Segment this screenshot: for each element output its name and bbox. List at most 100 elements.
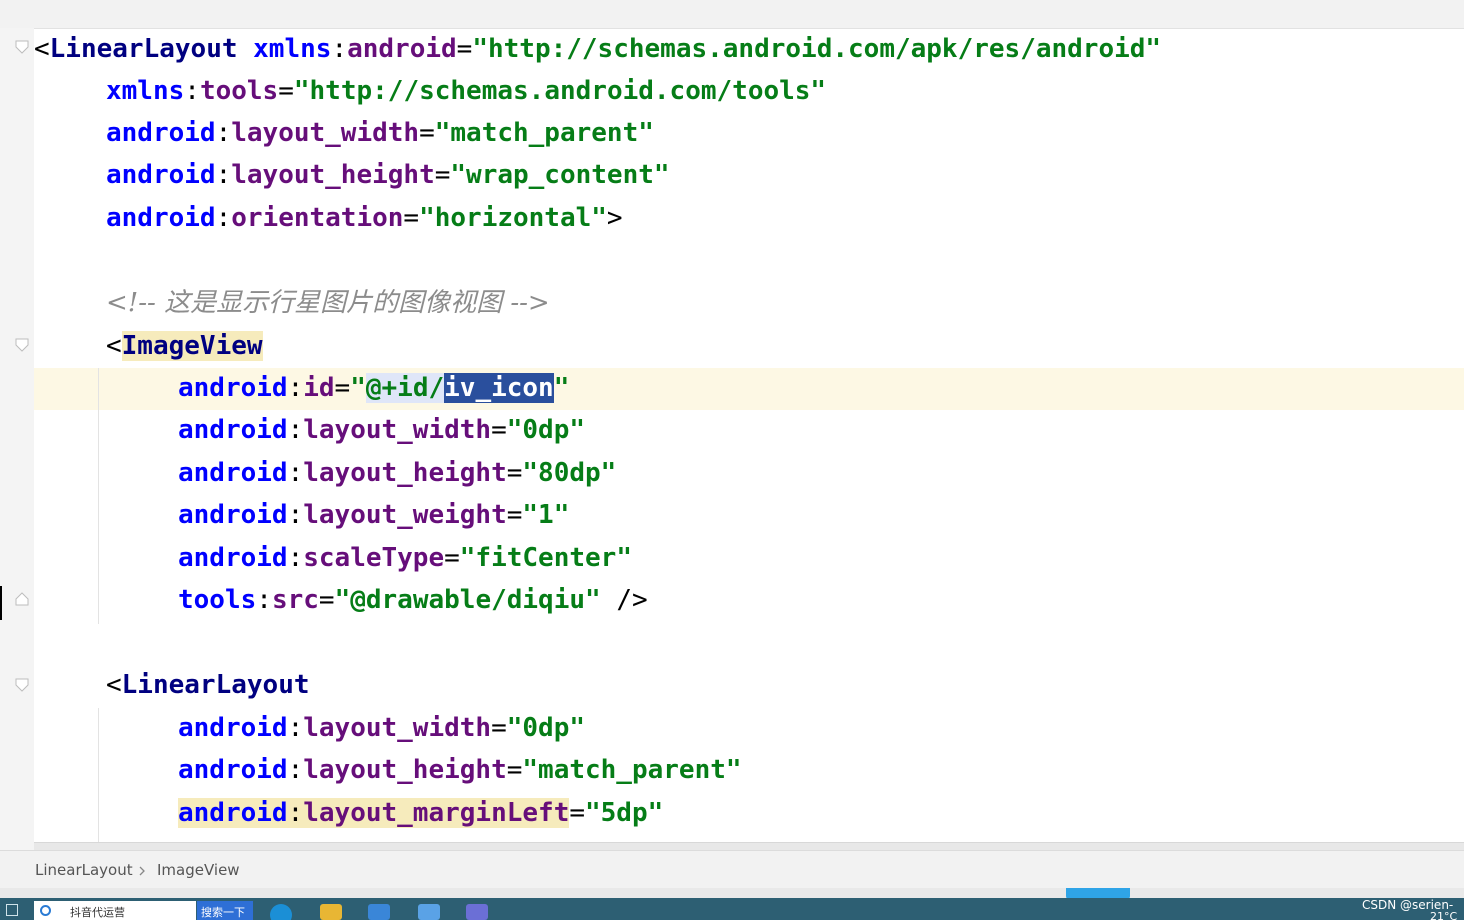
- code-line[interactable]: tools:src="@drawable/diqiu" />: [178, 579, 648, 621]
- code-line[interactable]: android:layout_width="0dp": [178, 409, 585, 451]
- weather-temp: 21°C: [1430, 910, 1458, 923]
- code-token: :: [215, 160, 232, 190]
- fold-close-icon[interactable]: [15, 592, 29, 606]
- browser-icon: [40, 905, 51, 916]
- breadcrumb-item-linearlayout[interactable]: LinearLayout: [35, 861, 133, 879]
- code-token: <: [34, 34, 50, 64]
- code-line[interactable]: <LinearLayout xmlns:android="http://sche…: [34, 28, 1161, 70]
- fold-open-icon[interactable]: [15, 40, 29, 54]
- tool-window-active-tab[interactable]: [1066, 888, 1130, 898]
- code-token: "5dp": [585, 798, 664, 828]
- code-token: android: [178, 713, 288, 743]
- code-line[interactable]: android:layout_height="wrap_content": [106, 154, 670, 196]
- code-token: :: [287, 373, 304, 403]
- code-line[interactable]: android:layout_weight="1": [178, 494, 569, 536]
- editor-gutter[interactable]: [0, 28, 34, 850]
- mail-icon[interactable]: [418, 904, 440, 920]
- code-token: />: [600, 585, 648, 615]
- code-token: "http://schemas.android.com/apk/res/andr…: [472, 34, 1162, 64]
- code-token: <: [106, 331, 122, 361]
- code-token: tools: [178, 585, 257, 615]
- editor-tab-bar: [0, 0, 1464, 29]
- code-token: =: [278, 76, 294, 106]
- indent-guide: [98, 708, 99, 842]
- code-token: :: [287, 755, 304, 785]
- taskbar-search-button-label: 搜索一下: [201, 906, 245, 919]
- code-token: android: [178, 500, 288, 530]
- fold-open-icon[interactable]: [15, 678, 29, 692]
- code-line[interactable]: android:layout_height="match_parent": [178, 749, 742, 791]
- code-token: :: [215, 118, 232, 148]
- code-token: :: [287, 500, 304, 530]
- code-token: "match_parent": [434, 118, 654, 148]
- code-token: android: [178, 543, 288, 573]
- code-token: "match_parent": [522, 755, 742, 785]
- code-token: ": [350, 373, 366, 403]
- code-token: src: [271, 585, 319, 615]
- code-editor[interactable]: <LinearLayout xmlns:android="http://sche…: [0, 28, 1464, 842]
- code-token: LinearLayout: [121, 670, 310, 700]
- code-line[interactable]: android:layout_weight="3": [178, 834, 569, 842]
- breadcrumb-item-imageview[interactable]: ImageView: [157, 861, 240, 879]
- code-token: "fitCenter": [459, 543, 632, 573]
- code-token: :: [215, 203, 232, 233]
- taskbar-search-button[interactable]: 搜索一下: [197, 901, 253, 920]
- folder-icon[interactable]: [320, 904, 342, 920]
- code-line[interactable]: android:layout_width="match_parent": [106, 112, 654, 154]
- code-line[interactable]: android:scaleType="fitCenter": [178, 537, 632, 579]
- code-token: id: [303, 373, 335, 403]
- code-token: <!-- 这是显示行星图片的图像视图 -->: [106, 288, 550, 318]
- code-line[interactable]: android:layout_width="0dp": [178, 707, 585, 749]
- code-line[interactable]: android:orientation="horizontal">: [106, 197, 623, 239]
- code-line[interactable]: xmlns:tools="http://schemas.android.com/…: [106, 70, 826, 112]
- code-token: LinearLayout: [49, 34, 238, 64]
- taskbar-search-box[interactable]: 抖音代运营: [34, 901, 196, 920]
- code-token: tools: [199, 76, 279, 106]
- app-icon[interactable]: [466, 904, 488, 920]
- code-line[interactable]: <!-- 这是显示行星图片的图像视图 -->: [106, 282, 550, 324]
- code-token: layout_height: [303, 458, 507, 488]
- code-token: :: [287, 713, 304, 743]
- start-icon[interactable]: [6, 904, 18, 916]
- code-token: >: [606, 203, 623, 233]
- code-token: =: [569, 798, 585, 828]
- code-line[interactable]: <LinearLayout: [106, 664, 310, 706]
- code-token: :: [184, 76, 200, 106]
- code-token: android: [178, 458, 288, 488]
- code-token: :: [331, 34, 348, 64]
- indent-guide: [98, 368, 99, 624]
- chevron-right-icon: [139, 866, 145, 876]
- code-token: =: [491, 713, 507, 743]
- code-token: android: [178, 373, 288, 403]
- code-token: android: [106, 118, 216, 148]
- code-token: :: [287, 458, 304, 488]
- code-line[interactable]: android:layout_marginLeft="5dp": [178, 792, 663, 834]
- code-token: scaleType: [303, 543, 445, 573]
- tool-window-bar: [0, 888, 1464, 898]
- code-token: xmlns: [106, 76, 185, 106]
- code-token: "http://schemas.android.com/tools": [293, 76, 827, 106]
- code-token: :: [287, 415, 304, 445]
- code-token: :: [287, 798, 304, 828]
- code-token: =: [491, 415, 507, 445]
- code-token: =: [434, 160, 451, 190]
- code-token: layout_weight: [303, 500, 507, 530]
- code-line[interactable]: android:id="@+id/iv_icon": [178, 367, 569, 409]
- code-token: <: [106, 670, 122, 700]
- code-line[interactable]: android:layout_height="80dp": [178, 452, 616, 494]
- code-token: =: [506, 458, 523, 488]
- taskbar-search-text: 抖音代运营: [70, 906, 125, 919]
- code-line[interactable]: <ImageView: [106, 325, 263, 367]
- fold-open-icon[interactable]: [15, 338, 29, 352]
- code-token: "1": [522, 500, 570, 530]
- code-token: android: [106, 203, 216, 233]
- store-icon[interactable]: [368, 904, 390, 920]
- edge-icon[interactable]: [270, 904, 292, 920]
- code-token: =: [403, 203, 420, 233]
- code-token: "wrap_content": [450, 160, 670, 190]
- code-token: "@drawable/diqiu": [334, 585, 601, 615]
- code-token: iv_icon: [444, 373, 554, 403]
- code-token: layout_height: [231, 160, 435, 190]
- code-token: android: [178, 415, 288, 445]
